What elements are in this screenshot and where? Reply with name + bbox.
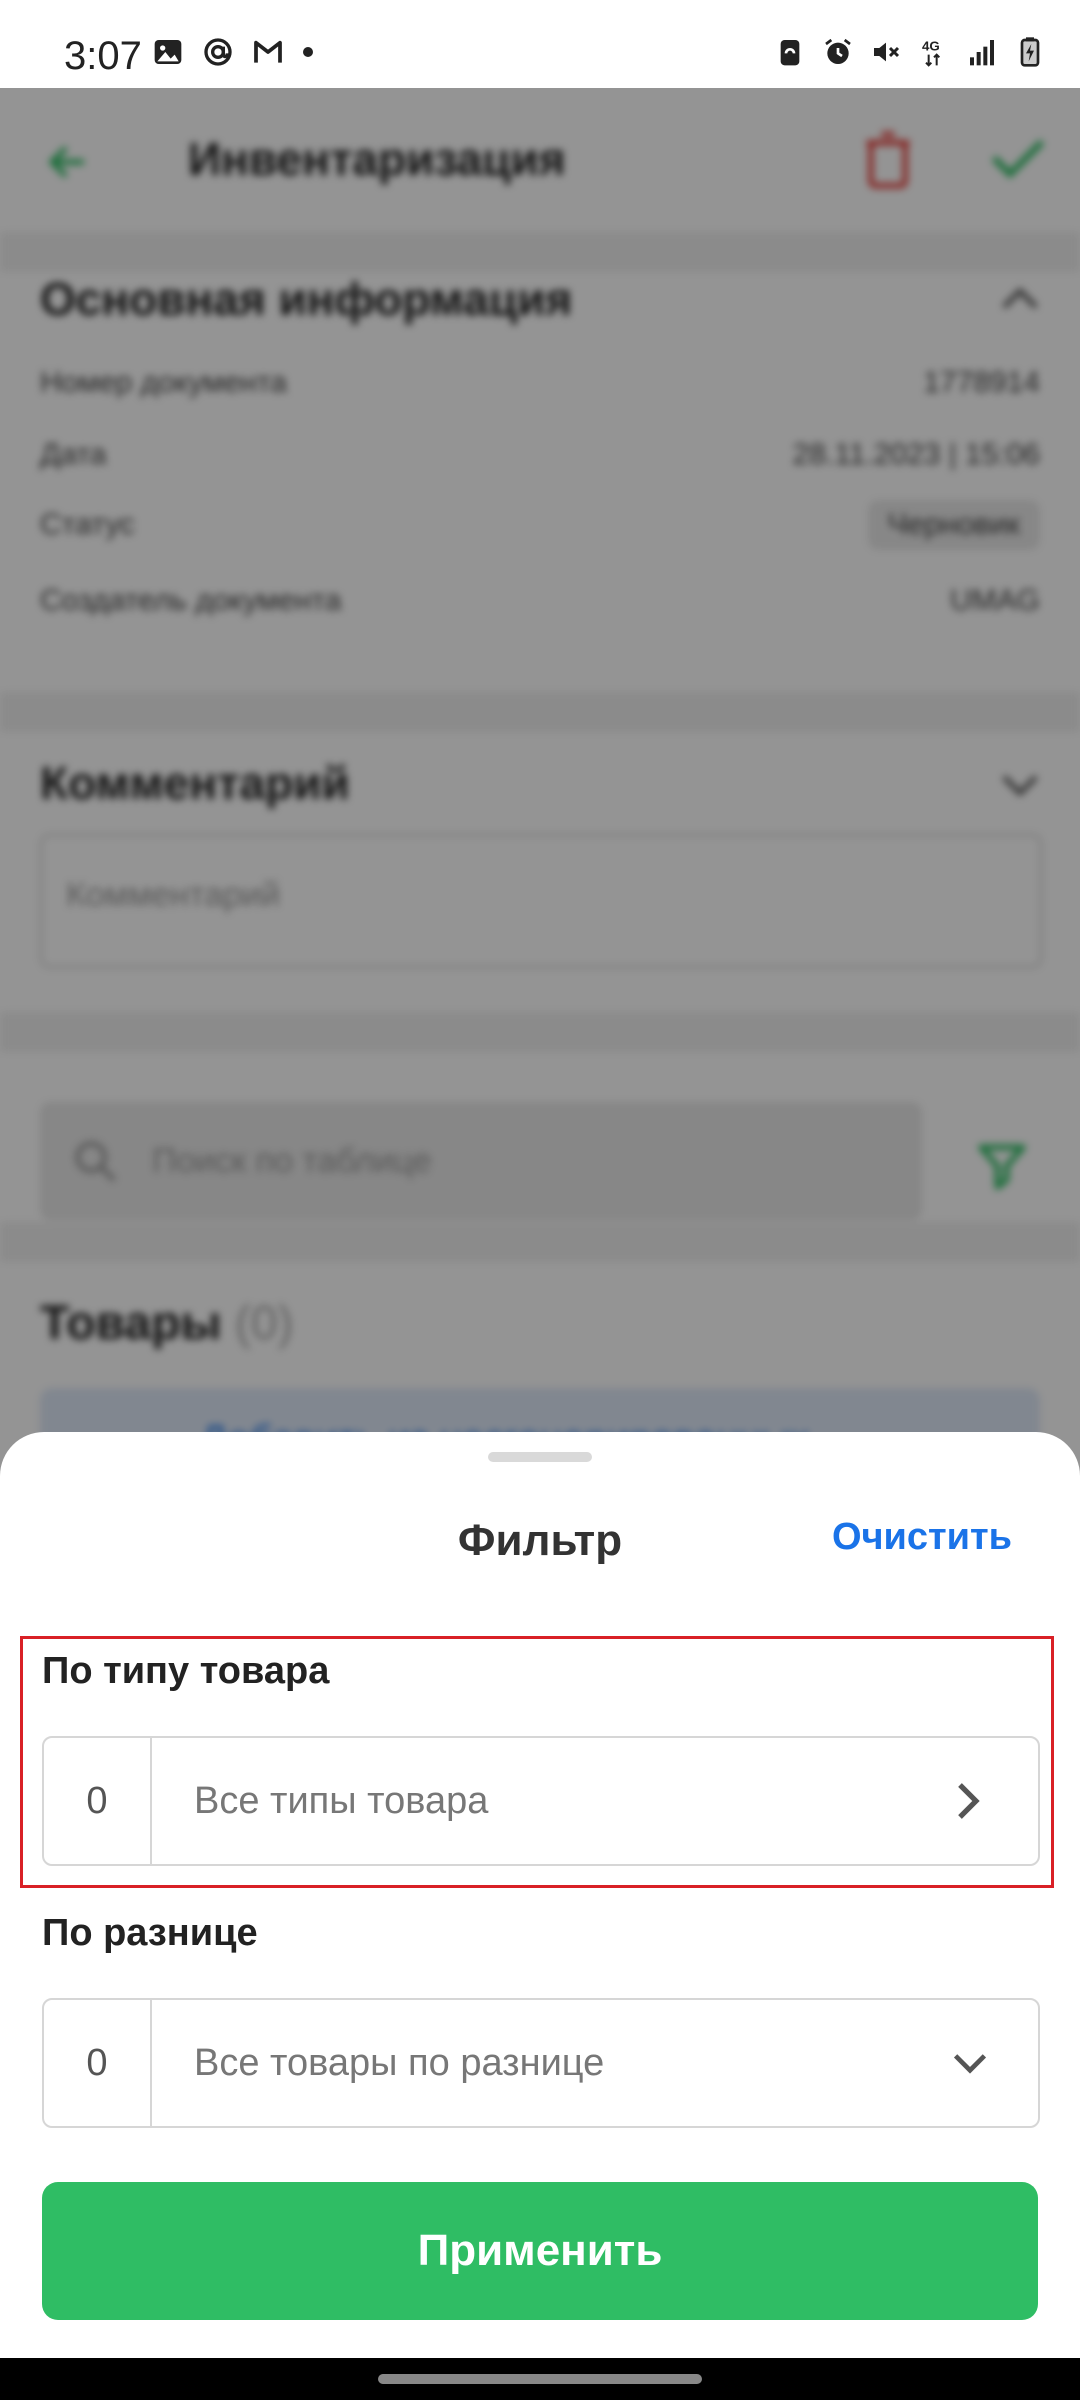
- status-time: 3:07: [64, 34, 142, 78]
- gallery-icon: [154, 40, 182, 64]
- difference-select[interactable]: 0 Все товары по разнице: [42, 1998, 1040, 2128]
- battery-charging-icon: [1020, 37, 1040, 67]
- alarm-icon: [825, 38, 851, 64]
- clear-button[interactable]: Очистить: [832, 1516, 1012, 1559]
- gmail-icon: [254, 40, 282, 63]
- at-icon: [204, 38, 232, 66]
- chevron-down-icon: [953, 2054, 987, 2074]
- status-left-icons: [152, 36, 314, 68]
- 4g-icon: 4G: [922, 39, 941, 67]
- status-bar: 3:07 4G: [0, 0, 1080, 88]
- apply-button[interactable]: Применить: [42, 2182, 1038, 2320]
- home-gesture-pill[interactable]: [378, 2374, 702, 2384]
- screen: 3:07 4G Инвентаризация Основная информац…: [0, 0, 1080, 2400]
- difference-count: 0: [44, 2000, 152, 2126]
- svg-text:4G: 4G: [922, 39, 940, 54]
- highlight-box: [20, 1636, 1054, 1888]
- signal-icon: [970, 40, 994, 66]
- dot-icon: [303, 47, 313, 57]
- status-right-icons: 4G: [774, 36, 1046, 68]
- battery-saver-icon: [780, 40, 800, 66]
- navigation-bar: [0, 2358, 1080, 2400]
- difference-value: Все товары по разнице: [194, 2042, 605, 2084]
- by-difference-label: По разнице: [42, 1912, 258, 1954]
- drag-handle[interactable]: [488, 1452, 592, 1462]
- mute-icon: [874, 42, 900, 62]
